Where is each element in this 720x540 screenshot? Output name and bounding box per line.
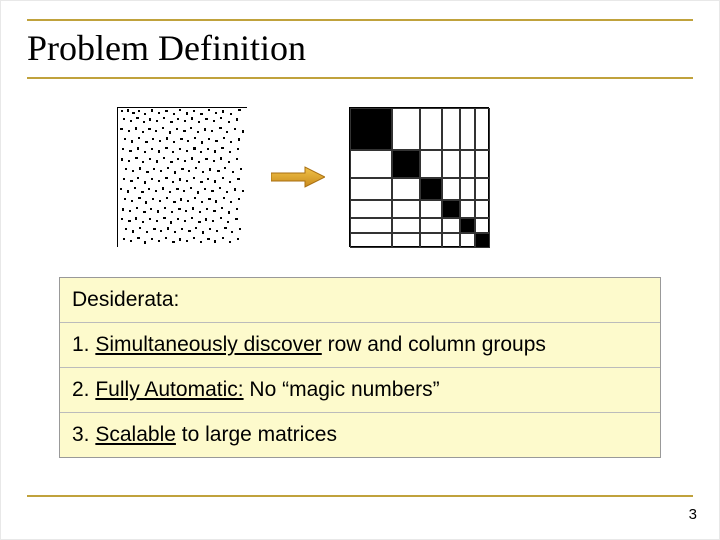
figure-row — [117, 107, 693, 247]
desiderata-heading: Desiderata: — [60, 278, 660, 322]
item-prefix: 1. — [72, 333, 95, 356]
item-prefix: 2. — [72, 378, 95, 401]
desiderata-item-3: 3. Scalable to large matrices — [60, 412, 660, 457]
item-emphasis: Scalable — [95, 423, 176, 446]
title-rule-wrap: Problem Definition — [27, 19, 693, 79]
desiderata-box: Desiderata: 1. Simultaneously discover r… — [59, 277, 661, 458]
item-rest: to large matrices — [176, 423, 337, 446]
noise-matrix-svg — [118, 108, 248, 248]
slide: Problem Definition — [0, 0, 720, 540]
item-prefix: 3. — [72, 423, 95, 446]
bottom-rule — [27, 495, 693, 497]
item-emphasis: Simultaneously discover — [95, 333, 321, 356]
block-diagonal-matrix — [349, 107, 489, 247]
desiderata-item-1: 1. Simultaneously discover row and colum… — [60, 322, 660, 367]
arrow-icon — [271, 165, 325, 189]
slide-title: Problem Definition — [27, 27, 693, 69]
item-rest: row and column groups — [322, 333, 546, 356]
item-rest: No “magic numbers” — [244, 378, 440, 401]
item-emphasis: Fully Automatic: — [95, 378, 243, 401]
page-number: 3 — [689, 506, 697, 523]
noise-matrix — [117, 107, 247, 247]
desiderata-item-2: 2. Fully Automatic: No “magic numbers” — [60, 367, 660, 412]
